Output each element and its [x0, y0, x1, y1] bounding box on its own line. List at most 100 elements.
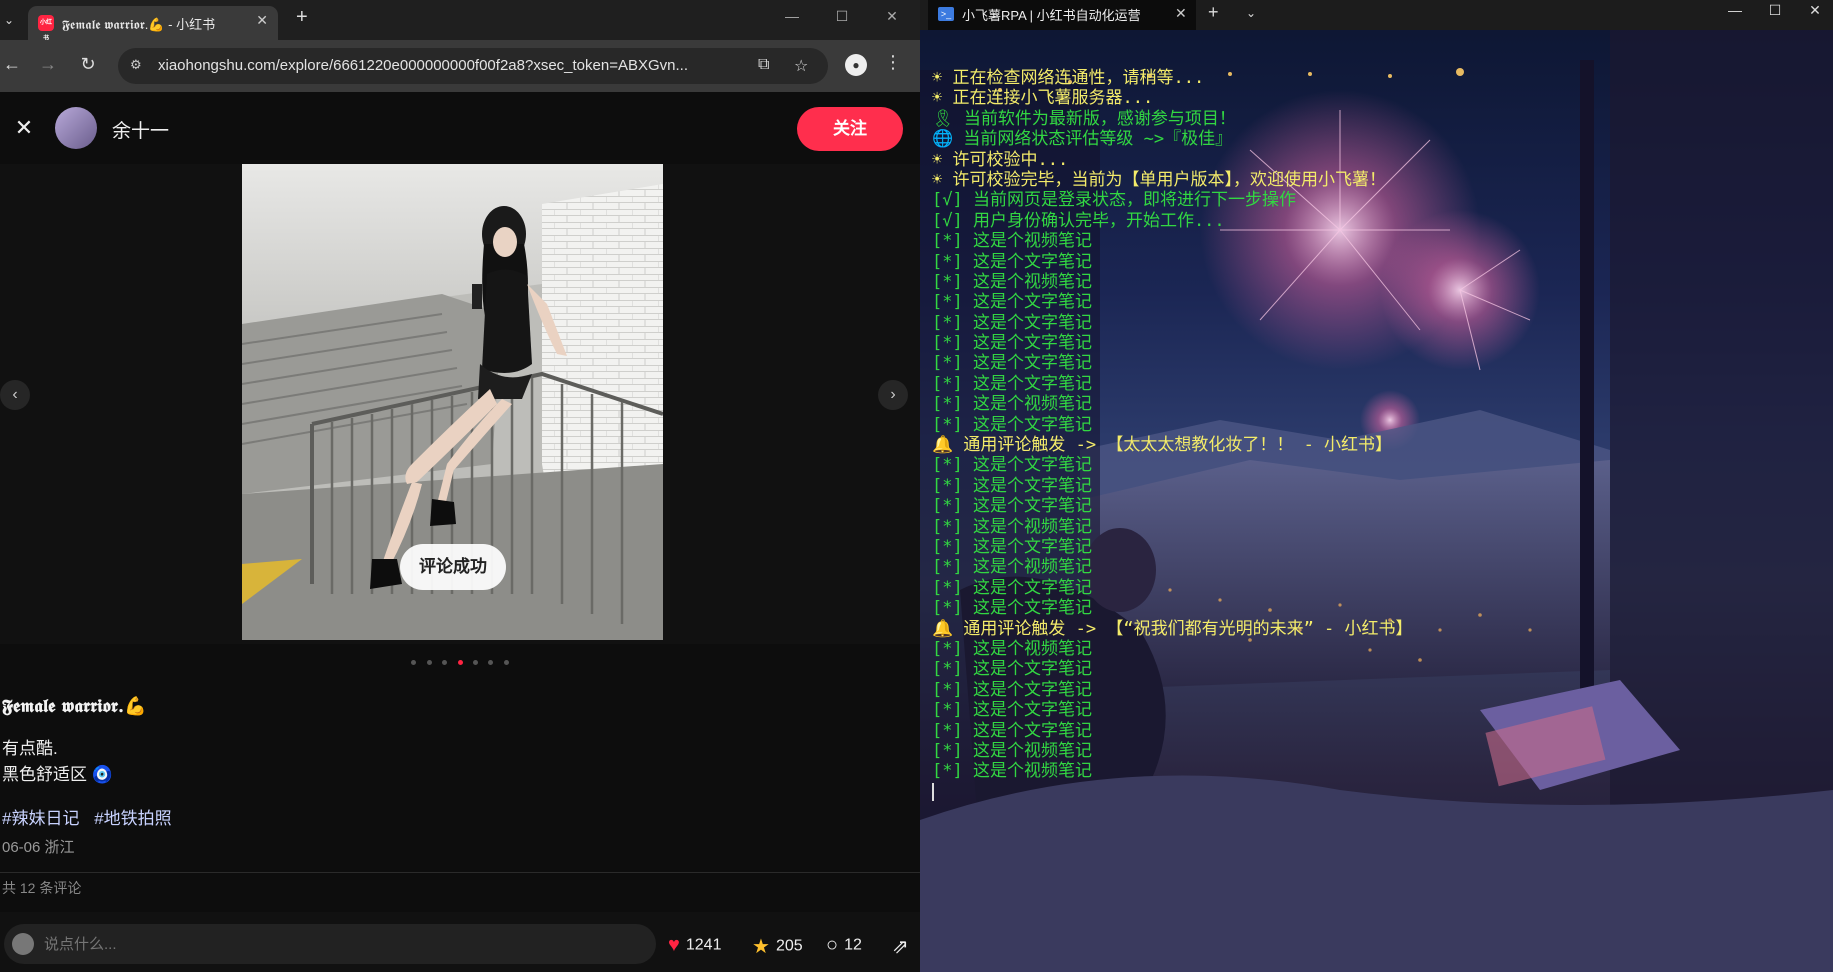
carousel-next-icon[interactable]: › [878, 380, 908, 410]
carousel-dot[interactable] [442, 660, 448, 665]
carousel-prev-icon[interactable]: ‹ [0, 380, 30, 410]
terminal-line-icon: ☀ [932, 68, 953, 88]
terminal-line: [*] 这是个视频笔记 [932, 517, 1812, 537]
terminal-line: [*] 这是个文字笔记 [932, 333, 1812, 353]
carousel-dot-active[interactable] [457, 660, 463, 665]
back-icon[interactable]: ← [0, 54, 24, 75]
terminal-tab-close-icon[interactable]: ✕ [1175, 5, 1187, 22]
comment-count: 12 [844, 936, 862, 954]
terminal-line-text: 当前网络状态评估等级 ~>『极佳』 [963, 129, 1233, 150]
terminal-line: [*] 这是个视频笔记 [932, 741, 1812, 761]
heart-icon: ♥ [668, 934, 680, 956]
terminal-line: [*] 这是个视频笔记 [932, 394, 1812, 414]
carousel-dot[interactable] [503, 660, 509, 665]
terminal-line: 🌐 当前网络状态评估等级 ~>『极佳』 [932, 129, 1812, 149]
terminal-line-text: [*] 这是个文字笔记 [932, 720, 1092, 741]
note-desc-line: 有点酷. [2, 739, 58, 758]
forward-icon[interactable]: → [36, 54, 60, 75]
new-tab-icon[interactable]: + [296, 6, 308, 29]
comment-success-toast: 评论成功 [400, 544, 506, 590]
terminal-tab-bar: >_ 小飞薯RPA | 小红书自动化运营 ✕ + ⌄ — ☐ ✕ [920, 0, 1833, 30]
terminal-new-tab-icon[interactable]: + [1208, 2, 1219, 23]
terminal-dropdown-icon[interactable]: ⌄ [1246, 6, 1256, 20]
terminal-line-text: [*] 这是个文字笔记 [932, 536, 1092, 557]
terminal-line-text: [*] 这是个视频笔记 [932, 761, 1092, 782]
carousel-dot[interactable] [411, 660, 417, 665]
terminal-line-text: 通用评论触发 -> 【“祝我们都有光明的未来” - 小红书】 [963, 618, 1413, 639]
terminal-line: [√] 用户身份确认完毕，开始工作... [932, 211, 1812, 231]
close-note-icon[interactable]: ✕ [8, 112, 40, 144]
terminal-line: ☀ 许可校验完毕，当前为【单用户版本】，欢迎使用小飞薯！ [932, 170, 1812, 190]
carousel-dot[interactable] [472, 660, 478, 665]
menu-kebab-icon[interactable]: ⋮ [884, 52, 902, 73]
terminal-line-text: 许可校验中... [952, 149, 1069, 170]
author-avatar[interactable] [55, 107, 97, 149]
maximize-icon[interactable]: ☐ [827, 8, 857, 25]
terminal-output[interactable]: ☀ 正在检查网络连通性，请稍等... ☀ 正在连接小飞薯服务器... 🎗 当前软件为… [932, 68, 1812, 802]
terminal-line-icon: 🔔 [932, 618, 964, 639]
terminal-tab-title: 小飞薯RPA | 小红书自动化运营 [962, 8, 1141, 23]
follow-button[interactable]: 关注 [797, 107, 903, 151]
terminal-maximize-icon[interactable]: ☐ [1760, 2, 1790, 19]
terminal-line-icon: 🎗 [932, 108, 964, 129]
comment-bubble-icon: ○ [826, 934, 839, 956]
bookmark-star-icon[interactable]: ☆ [794, 56, 808, 76]
terminal-minimize-icon[interactable]: — [1720, 2, 1750, 18]
terminal-line-text: [*] 这是个文字笔记 [932, 659, 1092, 680]
terminal-line-text: [*] 这是个文字笔记 [932, 475, 1092, 496]
terminal-line: [*] 这是个文字笔记 [932, 598, 1812, 618]
terminal-line: [*] 这是个文字笔记 [932, 578, 1812, 598]
terminal-line: [*] 这是个视频笔记 [932, 231, 1812, 251]
tag-link[interactable]: #辣妹日记 [2, 809, 79, 828]
terminal-line-text: [√] 当前网页是登录状态，即将进行下一步操作 [932, 190, 1296, 211]
terminal-cursor [932, 782, 1812, 802]
site-settings-icon[interactable]: ⚙ [130, 57, 142, 73]
terminal-window: >_ 小飞薯RPA | 小红书自动化运营 ✕ + ⌄ — ☐ ✕ ☀ 正在检查网… [920, 0, 1833, 972]
tag-link[interactable]: #地铁拍照 [94, 809, 171, 828]
terminal-line: 🎗 当前软件为最新版，感谢参与项目！ [932, 109, 1812, 129]
browser-window: ⌄ 小红书 𝕱𝖊𝖒𝖆𝖑𝖊 𝖜𝖆𝖗𝖗𝖎𝖔𝖗.💪 - 小红书 ✕ + — ☐ ✕ ←… [0, 0, 920, 972]
terminal-line: ☀ 正在连接小飞薯服务器... [932, 88, 1812, 108]
tab-strip: ⌄ 小红书 𝕱𝖊𝖒𝖆𝖑𝖊 𝖜𝖆𝖗𝖗𝖎𝖔𝖗.💪 - 小红书 ✕ + — ☐ ✕ [0, 0, 920, 42]
terminal-line-text: [*] 这是个文字笔记 [932, 679, 1092, 700]
reload-icon[interactable]: ↻ [76, 54, 100, 75]
tab-search-icon[interactable]: ⌄ [0, 8, 18, 32]
terminal-close-icon[interactable]: ✕ [1800, 2, 1830, 19]
terminal-line-text: [*] 这是个文字笔记 [932, 455, 1092, 476]
terminal-line: [*] 这是个视频笔记 [932, 761, 1812, 781]
terminal-line: 🔔 通用评论触发 -> 【太太太想教化妆了！！ - 小红书】 [932, 435, 1812, 455]
terminal-line-text: [*] 这是个文字笔记 [932, 700, 1092, 721]
terminal-line-text: [*] 这是个文字笔记 [932, 251, 1092, 272]
close-window-icon[interactable]: ✕ [877, 8, 907, 25]
terminal-line-text: [*] 这是个文字笔记 [932, 598, 1092, 619]
install-app-icon[interactable]: ⧉ [758, 56, 769, 74]
comment-button[interactable]: ○ 12 [826, 934, 862, 957]
minimize-icon[interactable]: — [777, 8, 807, 24]
terminal-line: [*] 这是个文字笔记 [932, 415, 1812, 435]
comment-input[interactable] [4, 924, 656, 964]
collect-button[interactable]: ★ 205 [752, 934, 803, 959]
like-button[interactable]: ♥ 1241 [668, 934, 721, 957]
browser-tab[interactable]: 小红书 𝕱𝖊𝖒𝖆𝖑𝖊 𝖜𝖆𝖗𝖗𝖎𝖔𝖗.💪 - 小红书 ✕ [28, 6, 278, 42]
tab-close-icon[interactable]: ✕ [256, 12, 268, 29]
carousel-dot[interactable] [488, 660, 494, 665]
terminal-line-text: [*] 这是个视频笔记 [932, 740, 1092, 761]
url-text[interactable]: xiaohongshu.com/explore/6661220e00000000… [158, 57, 688, 74]
terminal-line-icon: ☀ [932, 88, 953, 109]
terminal-line: [*] 这是个文字笔记 [932, 659, 1812, 679]
author-name[interactable]: 余十一 [112, 116, 169, 143]
share-icon[interactable]: ⇗ [892, 934, 915, 959]
browser-toolbar: ← → ↻ ⚙ xiaohongshu.com/explore/6661220e… [0, 40, 920, 92]
terminal-line-text: [*] 这是个文字笔记 [932, 292, 1092, 313]
terminal-line-text: [*] 这是个文字笔记 [932, 373, 1092, 394]
terminal-line-text: 正在连接小飞薯服务器... [952, 88, 1154, 109]
terminal-tab[interactable]: >_ 小飞薯RPA | 小红书自动化运营 ✕ [928, 0, 1196, 30]
engagement-bar: ♥ 1241 ★ 205 ○ 12 ⇗ [0, 912, 920, 972]
terminal-line-icon: ☀ [932, 149, 953, 170]
terminal-line-icon: 🌐 [932, 129, 964, 150]
terminal-line: [*] 这是个文字笔记 [932, 700, 1812, 720]
profile-icon[interactable]: ● [845, 54, 867, 76]
terminal-line: [*] 这是个文字笔记 [932, 496, 1812, 516]
carousel-dot[interactable] [426, 660, 432, 665]
address-bar[interactable]: ⚙ xiaohongshu.com/explore/6661220e000000… [118, 48, 828, 84]
